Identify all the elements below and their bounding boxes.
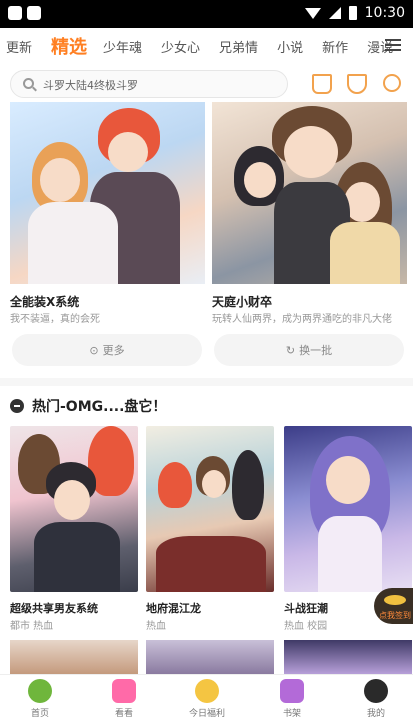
section-divider — [0, 378, 413, 386]
nav-label: 首页 — [30, 709, 49, 719]
mascot-icon — [384, 595, 406, 605]
gift-icon — [195, 679, 219, 703]
tab-novel[interactable]: 小说 — [277, 37, 303, 56]
refresh-button[interactable]: ↻ 换一批 — [214, 334, 404, 366]
status-right: 10:30 — [304, 5, 405, 21]
checkin-float-button[interactable]: 点我签到 — [374, 588, 413, 624]
home-icon — [28, 679, 52, 703]
nav-label: 书架 — [282, 709, 301, 719]
featured-subtitle-1: 我不装逼，真的会死 — [10, 314, 100, 325]
camera-icon — [112, 679, 136, 703]
cover-art-body — [318, 516, 382, 592]
section-title: 热门-OMG....盘它！ — [32, 399, 167, 415]
refresh-button-label: 换一批 — [299, 344, 333, 357]
menu-icon[interactable] — [385, 39, 401, 51]
nav-mine[interactable]: 我的 — [346, 677, 406, 719]
nav-label: 看看 — [114, 709, 133, 719]
more-button[interactable]: ⊙ 更多 — [12, 334, 202, 366]
category-tabs: 更新 精选 少年魂 少女心 兄弟情 小说 新作 漫说 — [0, 28, 413, 64]
section-header: 热门-OMG....盘它！ — [10, 396, 166, 416]
cover-art-face — [40, 158, 80, 202]
checkin-label: 点我签到 — [379, 611, 411, 620]
cover-art-body — [156, 536, 266, 592]
notification-icon — [27, 6, 41, 20]
cover-art-body — [28, 202, 118, 284]
comic-tags-3: 热血 校园 — [284, 621, 328, 632]
status-notification-icons — [8, 6, 41, 20]
search-placeholder: 斗罗大陆4终极斗罗 — [43, 79, 138, 92]
nav-watch[interactable]: 看看 — [94, 677, 154, 719]
cover-art-face — [108, 132, 148, 172]
comic-tags-1: 都市 热血 — [10, 621, 54, 632]
nav-home[interactable]: 首页 — [10, 677, 70, 719]
signal-icon — [328, 7, 341, 19]
featured-title-2[interactable]: 天庭小财卒 — [212, 293, 272, 310]
cover-art-hair — [158, 462, 192, 508]
featured-title-1[interactable]: 全能装X系统 — [10, 293, 79, 310]
cover-art-body — [34, 522, 120, 592]
comic-title-2[interactable]: 地府混江龙 — [146, 600, 201, 616]
notification-icon — [8, 6, 22, 20]
star-icon — [280, 679, 304, 703]
cover-art-face — [54, 480, 90, 520]
section-icon — [10, 399, 24, 413]
comic-cover-2[interactable] — [146, 426, 274, 592]
tab-bromance[interactable]: 兄弟情 — [219, 37, 258, 56]
comic-cover-3[interactable] — [284, 426, 412, 592]
cover-art-face — [202, 470, 226, 498]
nav-welfare[interactable]: 今日福利 — [177, 677, 237, 719]
featured-subtitle-2: 玩转人仙两界，成为两界通吃的非凡大佬 — [212, 314, 392, 325]
status-time: 10:30 — [364, 5, 405, 21]
search-input[interactable]: 斗罗大陆4终极斗罗 — [10, 70, 288, 98]
cover-art-face — [244, 162, 276, 198]
cart-icon[interactable] — [312, 74, 332, 94]
featured-cover-2[interactable] — [212, 102, 407, 284]
wifi-icon — [304, 7, 321, 19]
profile-icon — [364, 679, 388, 703]
tab-girls[interactable]: 少女心 — [161, 37, 200, 56]
tab-featured[interactable]: 精选 — [51, 33, 87, 59]
comic-title-3[interactable]: 斗战狂潮 — [284, 600, 328, 616]
tab-new[interactable]: 新作 — [322, 37, 348, 56]
cover-art-face — [326, 456, 370, 504]
cover-art-hair — [232, 450, 264, 520]
nav-label: 我的 — [366, 709, 385, 719]
search-row: 斗罗大陆4终极斗罗 — [0, 66, 413, 102]
trophy-icon[interactable] — [347, 74, 367, 94]
cover-art-face — [284, 126, 338, 178]
comic-cover-peek[interactable] — [10, 640, 138, 674]
more-button-label: 更多 — [102, 344, 125, 357]
refresh-icon: ↻ — [285, 343, 296, 357]
comic-title-1[interactable]: 超级共享男友系统 — [10, 600, 98, 616]
book-icon: ⊙ — [89, 343, 99, 357]
category-grid-icon[interactable] — [383, 74, 401, 92]
search-icon — [23, 78, 34, 89]
nav-label: 今日福利 — [188, 709, 225, 719]
nav-bookshelf[interactable]: 书架 — [262, 677, 322, 719]
battery-icon — [348, 6, 357, 20]
comic-cover-peek[interactable] — [284, 640, 412, 674]
comic-cover-1[interactable] — [10, 426, 138, 592]
tab-updates[interactable]: 更新 — [6, 37, 32, 56]
tab-boys[interactable]: 少年魂 — [103, 37, 142, 56]
comic-tags-2: 热血 — [146, 621, 166, 632]
status-bar: 10:30 — [0, 0, 413, 28]
cover-art-body — [330, 222, 400, 284]
bottom-nav: 首页 看看 今日福利 书架 我的 — [0, 674, 413, 720]
featured-cover-1[interactable] — [10, 102, 205, 284]
comic-cover-peek[interactable] — [146, 640, 274, 674]
